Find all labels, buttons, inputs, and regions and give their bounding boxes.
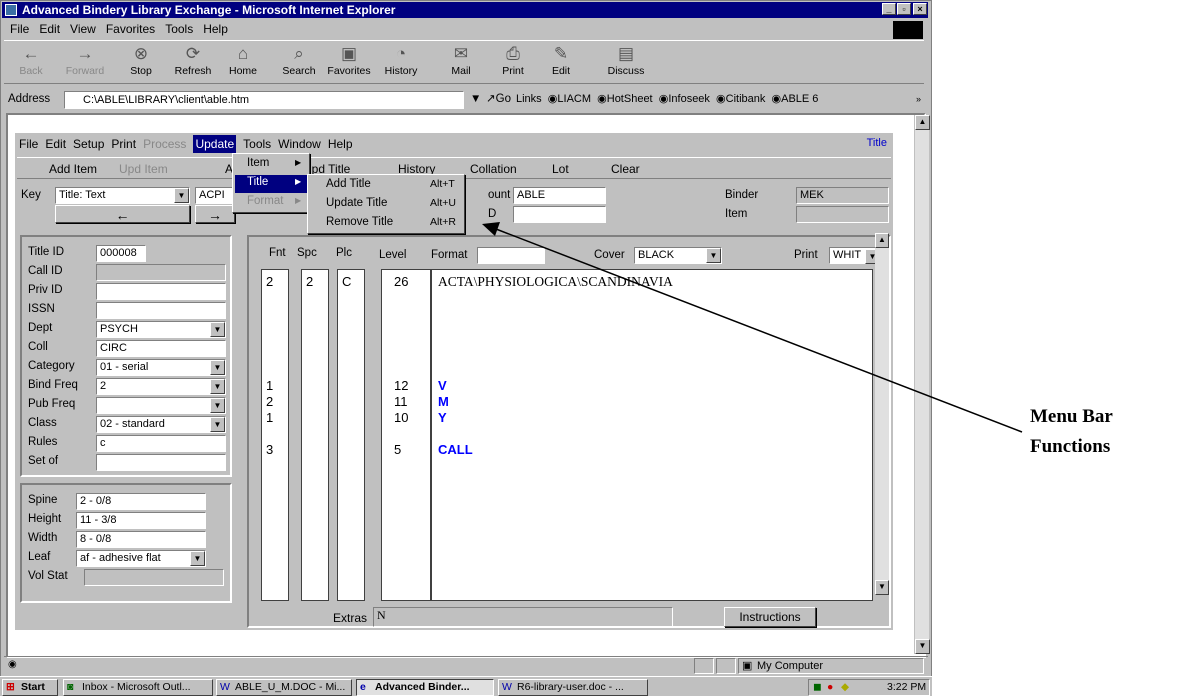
annotation-label-line1: Menu Bar [1030, 406, 1113, 427]
annotation-label-line2: Functions [1030, 436, 1111, 457]
annotation-arrow [482, 222, 1023, 433]
